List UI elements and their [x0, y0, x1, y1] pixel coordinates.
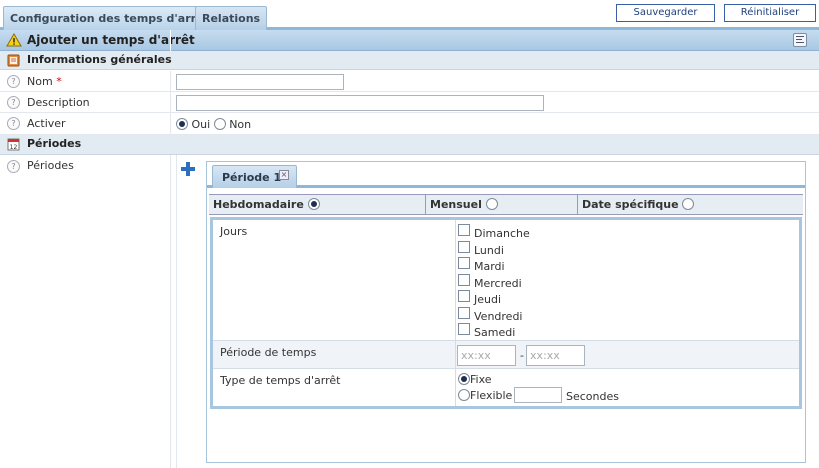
mode-weekly-radio[interactable] [307, 198, 320, 210]
tab-relations[interactable]: Relations [195, 6, 268, 30]
day-label: Vendredi [474, 310, 523, 323]
mode-monthly[interactable]: Mensuel [426, 195, 578, 214]
active-label-cell: ? Activer [0, 113, 171, 134]
periods-label-cell: ? Périodes [0, 155, 171, 468]
period-tab[interactable]: Période 1 × [212, 165, 297, 188]
time-start-input[interactable]: xx:xx [457, 345, 516, 366]
time-separator: - [520, 349, 524, 362]
section-title: Informations générales [27, 53, 172, 66]
svg-text:12: 12 [10, 144, 18, 151]
periods-label: Périodes [27, 159, 74, 172]
active-radio-group: Oui Non [176, 118, 251, 131]
menu-icon[interactable] [793, 33, 807, 47]
type-fixed-label: Fixe [470, 373, 492, 386]
mode-weekly[interactable]: Hebdomadaire [209, 195, 426, 214]
day-label: Mardi [474, 260, 505, 273]
description-input[interactable] [176, 95, 544, 111]
name-label: Nom * [27, 75, 62, 88]
description-label: Description [27, 96, 90, 109]
mode-specific-date[interactable]: Date spécifique [578, 195, 803, 214]
active-yes-label: Oui [191, 118, 211, 131]
weekly-config: Jours Dimanche Lundi Mardi Mercredi Jeud… [210, 217, 802, 409]
mode-specific-date-radio[interactable] [682, 198, 695, 210]
description-label-cell: ? Description [0, 92, 171, 112]
day-checkbox-monday[interactable] [458, 241, 470, 253]
section-periods: 12 Périodes [0, 135, 819, 155]
flexible-seconds-input[interactable] [514, 387, 562, 403]
description-row: ? Description [0, 92, 819, 113]
seconds-label: Secondes [566, 390, 619, 403]
day-checkbox-saturday[interactable] [458, 323, 470, 335]
help-icon[interactable]: ? [7, 117, 20, 130]
day-checkbox-sunday[interactable] [458, 224, 470, 236]
type-flexible-radio[interactable] [458, 389, 470, 401]
day-label: Jeudi [474, 293, 502, 306]
tab-configuration[interactable]: Configuration des temps d'arrêt [3, 6, 216, 30]
reset-button[interactable]: Réinitialiser [724, 4, 816, 22]
name-label-cell: ? Nom * [0, 71, 171, 91]
days-label-cell: Jours [213, 220, 456, 340]
clipboard-icon [7, 54, 20, 67]
required-mark: * [56, 75, 62, 88]
type-fixed-radio[interactable] [458, 373, 470, 385]
warning-icon [6, 33, 22, 47]
day-checkbox-thursday[interactable] [458, 290, 470, 302]
save-button[interactable]: Sauvegarder [616, 4, 715, 22]
close-icon[interactable]: × [279, 170, 289, 180]
period-panel: Période 1 × Hebdomadaire Mensuel Date sp… [206, 161, 806, 463]
time-end-input[interactable]: xx:xx [526, 345, 585, 366]
active-no-radio[interactable] [213, 118, 226, 130]
day-checkbox-tuesday[interactable] [458, 257, 470, 269]
time-range-label: Période de temps [220, 346, 317, 359]
calendar-icon: 12 [7, 138, 20, 151]
mode-monthly-radio[interactable] [485, 198, 498, 210]
add-period-icon[interactable] [181, 162, 195, 176]
days-row: Jours Dimanche Lundi Mardi Mercredi Jeud… [213, 220, 799, 341]
help-icon[interactable]: ? [7, 96, 20, 109]
active-label: Activer [27, 117, 66, 130]
section-general: Informations générales [0, 51, 819, 70]
active-yes-radio[interactable] [176, 118, 188, 130]
help-icon[interactable]: ? [7, 75, 20, 88]
day-label: Samedi [474, 326, 516, 339]
mode-bar: Hebdomadaire Mensuel Date spécifique [209, 194, 803, 215]
downtime-type-row: Type de temps d'arrêt Fixe Flexible Seco… [213, 369, 799, 406]
type-fixed-option: Fixe [458, 373, 492, 386]
page-header: Ajouter un temps d'arrêt [0, 30, 819, 51]
section-title: Périodes [27, 137, 82, 150]
day-checkbox-wednesday[interactable] [458, 274, 470, 286]
help-icon[interactable]: ? [7, 160, 20, 173]
day-label: Mercredi [474, 277, 522, 290]
day-label: Dimanche [474, 227, 530, 240]
name-row: ? Nom * [0, 71, 819, 92]
time-range-label-cell: Période de temps [213, 341, 456, 368]
downtime-type-label-cell: Type de temps d'arrêt [213, 369, 456, 406]
downtime-type-label: Type de temps d'arrêt [220, 374, 341, 387]
day-label: Lundi [474, 244, 504, 257]
active-row: ? Activer Oui Non [0, 113, 819, 135]
name-input[interactable] [176, 74, 344, 90]
type-flexible-label: Flexible [470, 389, 513, 402]
day-checkbox-friday[interactable] [458, 307, 470, 319]
period-tab-bar: Période 1 × [207, 162, 805, 188]
time-range-row: Période de temps xx:xx - xx:xx [213, 341, 799, 369]
days-label: Jours [220, 225, 248, 238]
period-tab-label: Période 1 [222, 171, 282, 184]
tab-strip: Configuration des temps d'arrêt Relation… [0, 0, 819, 30]
header-divider [170, 30, 171, 51]
active-no-label: Non [229, 118, 252, 131]
type-flexible-option: Flexible [458, 389, 512, 402]
column-divider [176, 155, 177, 468]
